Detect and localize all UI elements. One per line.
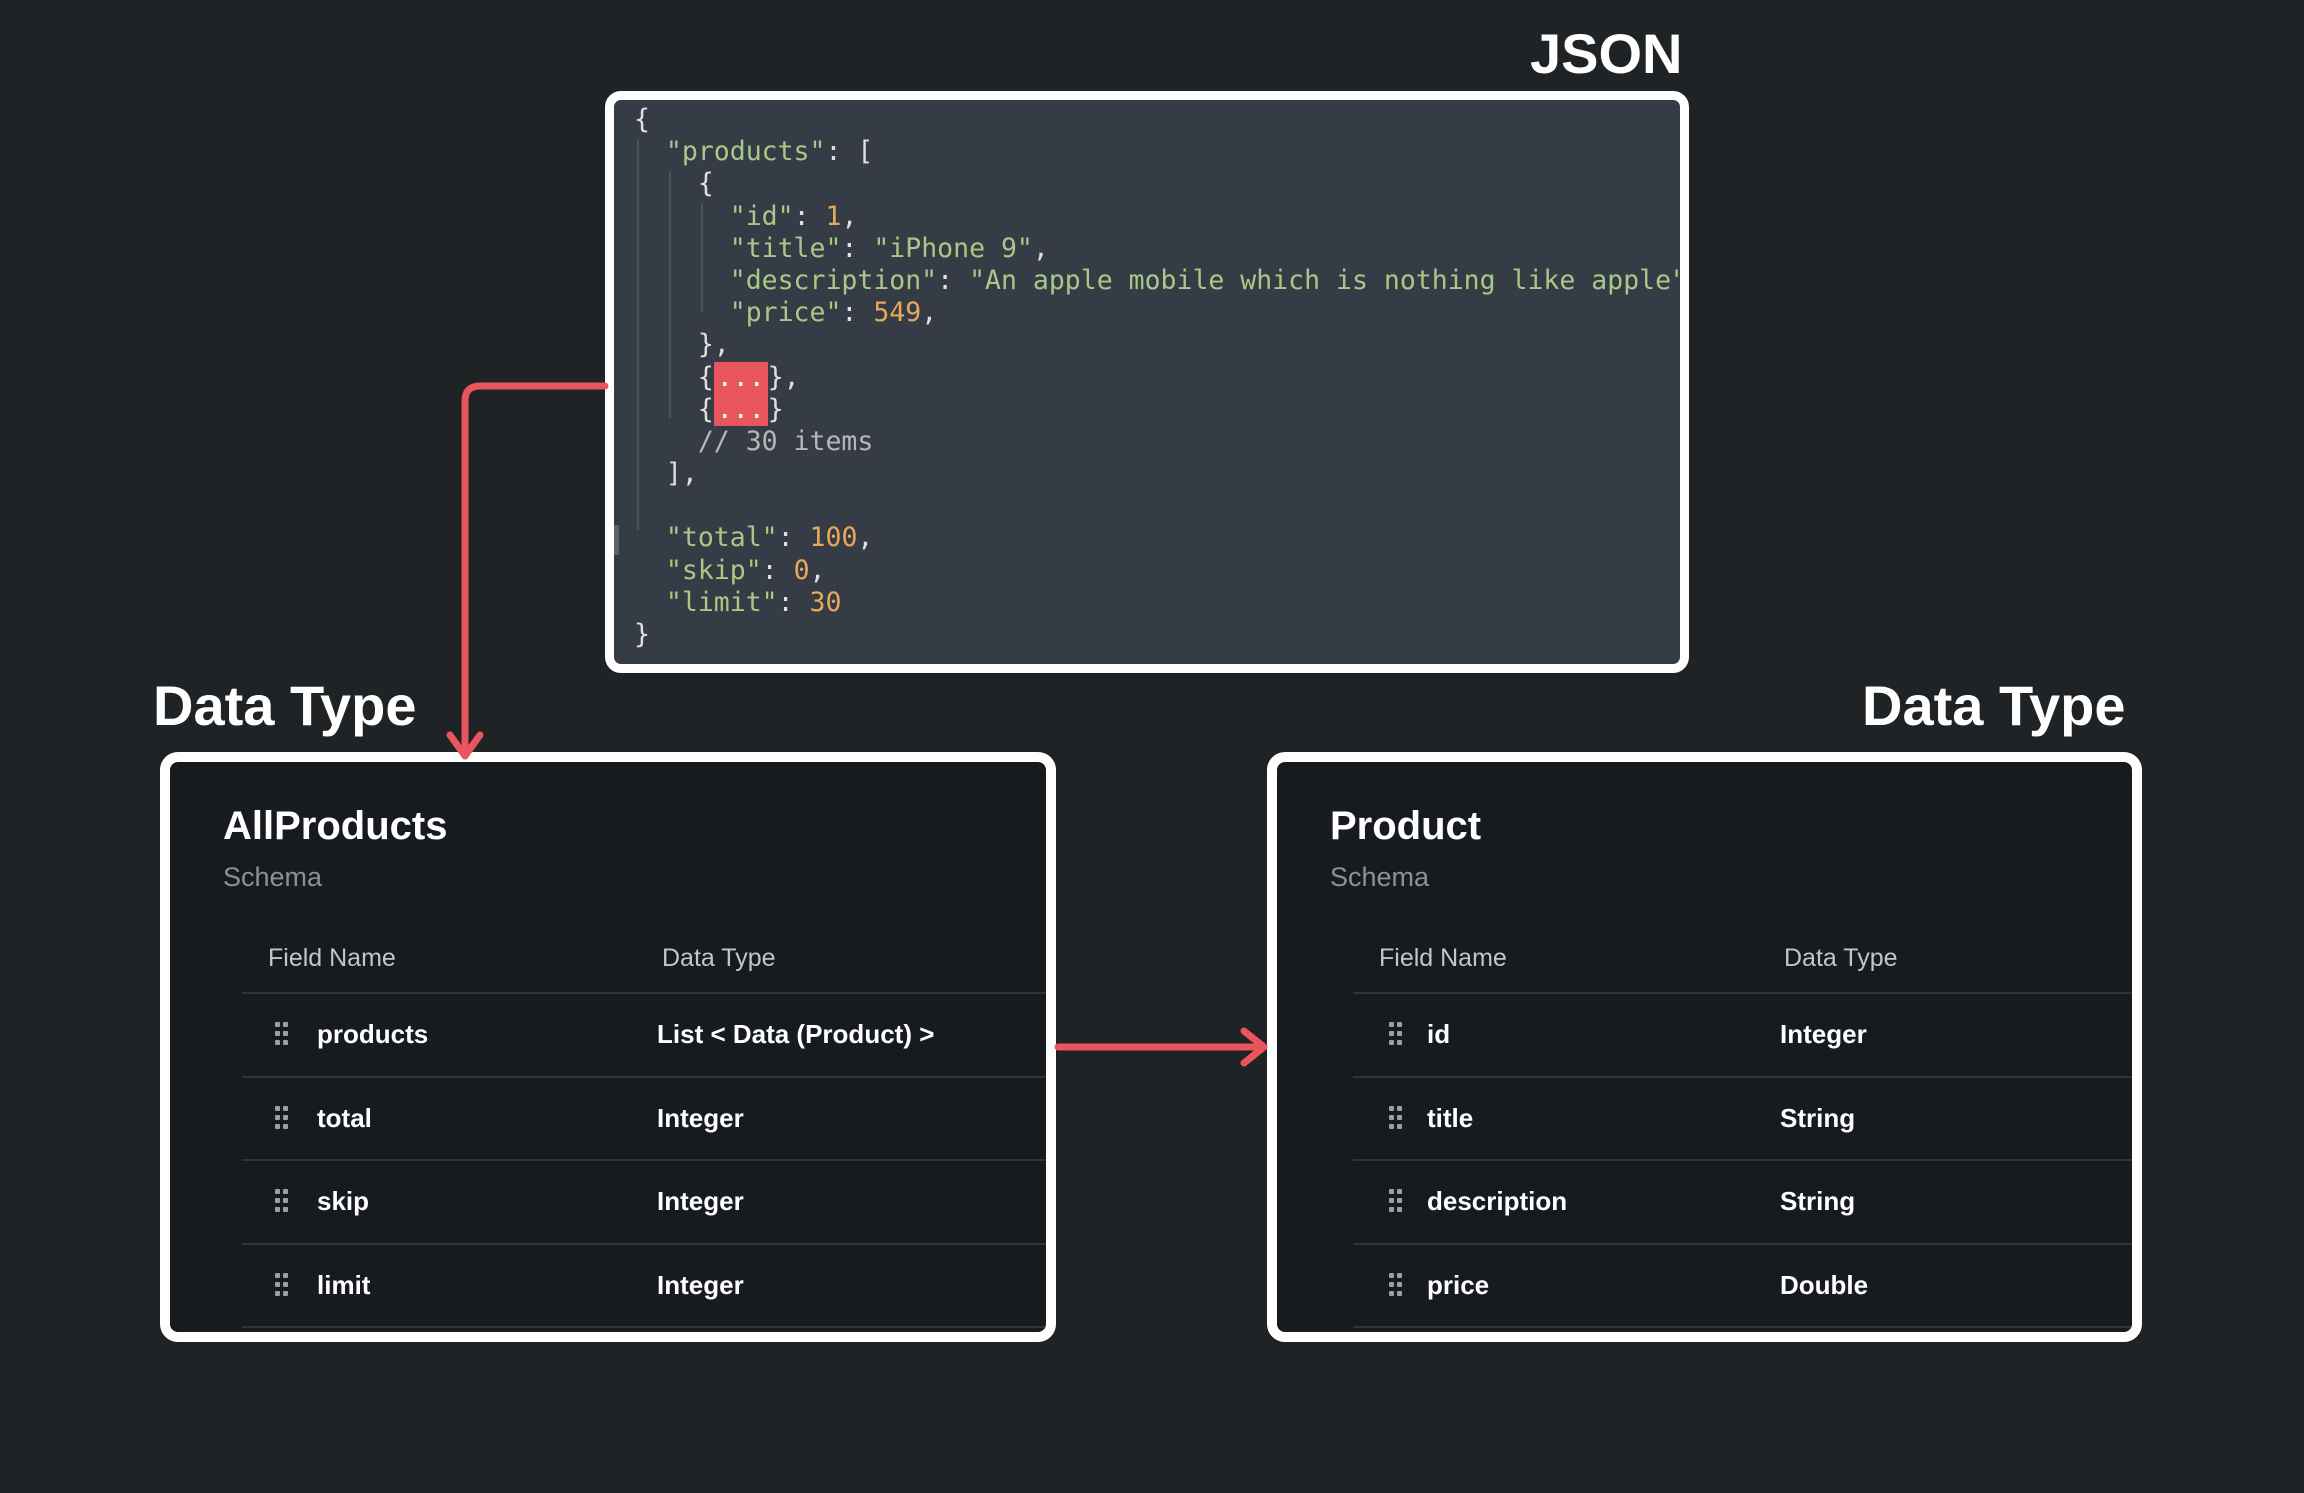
connector-arrows	[446, 382, 1268, 1067]
json-to-allproducts-arrow	[461, 382, 609, 756]
